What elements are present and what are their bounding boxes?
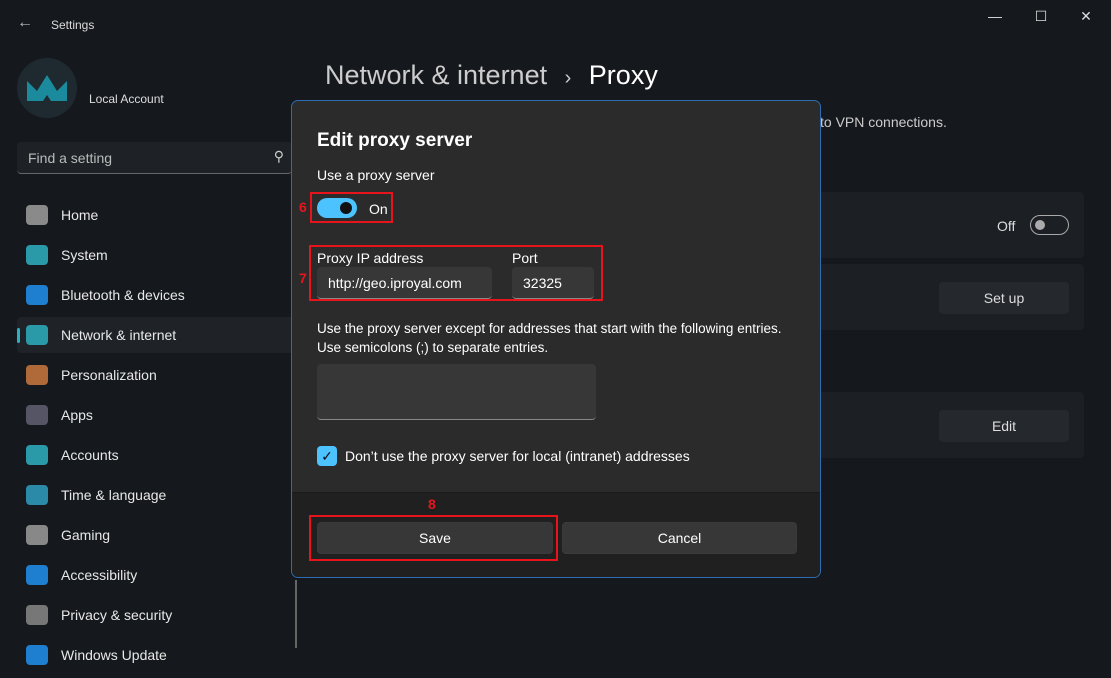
annotation-label-8: 8 (428, 496, 436, 512)
sidebar-item-label: Windows Update (61, 647, 167, 663)
exceptions-text-2: Use semicolons (;) to separate entries. (317, 340, 549, 355)
update-icon (26, 645, 48, 665)
breadcrumb-separator: › (564, 67, 572, 89)
setup-button[interactable]: Set up (939, 282, 1069, 314)
dialog-title: Edit proxy server (317, 130, 473, 151)
home-icon (26, 205, 48, 225)
sidebar-item-bluetooth-devices[interactable]: Bluetooth & devices (17, 277, 297, 313)
sidebar-item-label: Privacy & security (61, 607, 173, 623)
annotation-box-7 (309, 245, 603, 301)
exceptions-text-1: Use the proxy server except for addresse… (317, 321, 782, 336)
search-icon[interactable]: ⚲ (274, 148, 284, 165)
annotation-box-8 (309, 515, 558, 561)
gamepad-icon (26, 525, 48, 545)
person-icon (26, 445, 48, 465)
sidebar-item-gaming[interactable]: Gaming (17, 517, 297, 553)
breadcrumb-current: Proxy (588, 60, 658, 90)
page-title: Network & internet › Proxy (325, 60, 658, 91)
local-bypass-label: Don’t use the proxy server for local (in… (345, 448, 690, 464)
scrollbar[interactable] (295, 580, 297, 648)
sidebar-item-apps[interactable]: Apps (17, 397, 297, 433)
close-button[interactable]: ✕ (1071, 8, 1101, 28)
system-icon (26, 245, 48, 265)
annotation-label-6: 6 (299, 199, 307, 215)
annotation-label-7: 7 (299, 270, 307, 286)
clock-globe-icon (26, 485, 48, 505)
sidebar-item-accessibility[interactable]: Accessibility (17, 557, 297, 593)
local-bypass-checkbox[interactable]: ✓ (317, 446, 337, 466)
sidebar-item-label: Time & language (61, 487, 167, 503)
sidebar-item-label: Gaming (61, 527, 111, 543)
bluetooth-icon (26, 285, 48, 305)
cancel-button[interactable]: Cancel (562, 522, 797, 554)
sidebar-item-label: Network & internet (61, 327, 177, 343)
maximize-button[interactable]: ☐ (1026, 8, 1056, 28)
sidebar-item-label: Bluetooth & devices (61, 287, 185, 303)
avatar (17, 58, 77, 118)
search-input[interactable]: Find a setting ⚲ (17, 142, 292, 174)
annotation-box-6 (310, 192, 393, 223)
page-subtitle: to VPN connections. (820, 114, 947, 130)
back-arrow-icon[interactable]: ← (17, 14, 33, 32)
sidebar-item-windows-update[interactable]: Windows Update (17, 637, 297, 673)
edit-proxy-dialog: Edit proxy server Use a proxy server On … (291, 100, 821, 578)
auto-toggle-state: Off (997, 218, 1016, 234)
breadcrumb-parent[interactable]: Network & internet (325, 60, 547, 90)
sidebar-item-label: Accounts (61, 447, 119, 463)
shield-icon (26, 605, 48, 625)
wifi-icon (26, 325, 48, 345)
sidebar-item-network-internet[interactable]: Network & internet (17, 317, 297, 353)
sidebar-item-privacy-security[interactable]: Privacy & security (17, 597, 297, 633)
edit-button[interactable]: Edit (939, 410, 1069, 442)
sidebar-item-accounts[interactable]: Accounts (17, 437, 297, 473)
search-placeholder: Find a setting (28, 150, 113, 166)
exceptions-input[interactable] (317, 364, 596, 420)
window-title: Settings (51, 18, 95, 32)
sidebar-item-label: System (61, 247, 108, 263)
sidebar-item-label: Personalization (61, 367, 157, 383)
auto-detect-toggle[interactable] (1030, 215, 1069, 235)
sidebar-item-system[interactable]: System (17, 237, 297, 273)
apps-icon (26, 405, 48, 425)
use-proxy-label: Use a proxy server (317, 167, 435, 183)
sidebar-item-label: Accessibility (61, 567, 138, 583)
sidebar-item-time-language[interactable]: Time & language (17, 477, 297, 513)
sidebar-item-home[interactable]: Home (17, 197, 297, 233)
sidebar-item-label: Home (61, 207, 99, 223)
sidebar-item-label: Apps (61, 407, 93, 423)
minimize-button[interactable]: — (980, 8, 1010, 28)
brush-icon (26, 365, 48, 385)
accessibility-icon (26, 565, 48, 585)
crown-logo-icon (27, 75, 67, 101)
account-name: Local Account (89, 92, 164, 106)
sidebar-item-personalization[interactable]: Personalization (17, 357, 297, 393)
